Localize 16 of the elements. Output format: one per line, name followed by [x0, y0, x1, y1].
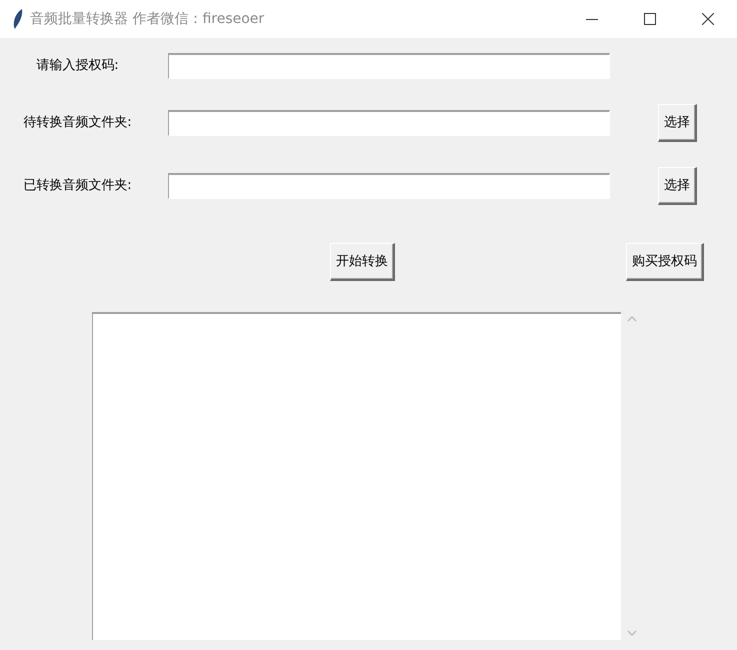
- select-button[interactable]: 选择: [658, 167, 697, 205]
- field-label: 待转换音频文件夹:: [22, 114, 133, 132]
- close-icon[interactable]: [702, 13, 714, 25]
- scroll-down-icon[interactable]: [627, 630, 637, 637]
- input-field[interactable]: [168, 110, 610, 136]
- window-title: 音频批量转换器 作者微信：fireseoer: [30, 10, 264, 28]
- maximize-icon[interactable]: [644, 13, 656, 25]
- input-field[interactable]: [168, 173, 610, 199]
- buy-button[interactable]: 购买授权码: [626, 243, 704, 281]
- feather-icon: [12, 8, 24, 30]
- field-label: 请输入授权码:: [35, 57, 120, 76]
- start-button[interactable]: 开始转换: [330, 243, 395, 281]
- field-label: 已转换音频文件夹:: [22, 177, 133, 196]
- input-field[interactable]: [168, 53, 610, 79]
- select-button[interactable]: 选择: [658, 104, 697, 142]
- scroll-up-icon[interactable]: [627, 315, 637, 322]
